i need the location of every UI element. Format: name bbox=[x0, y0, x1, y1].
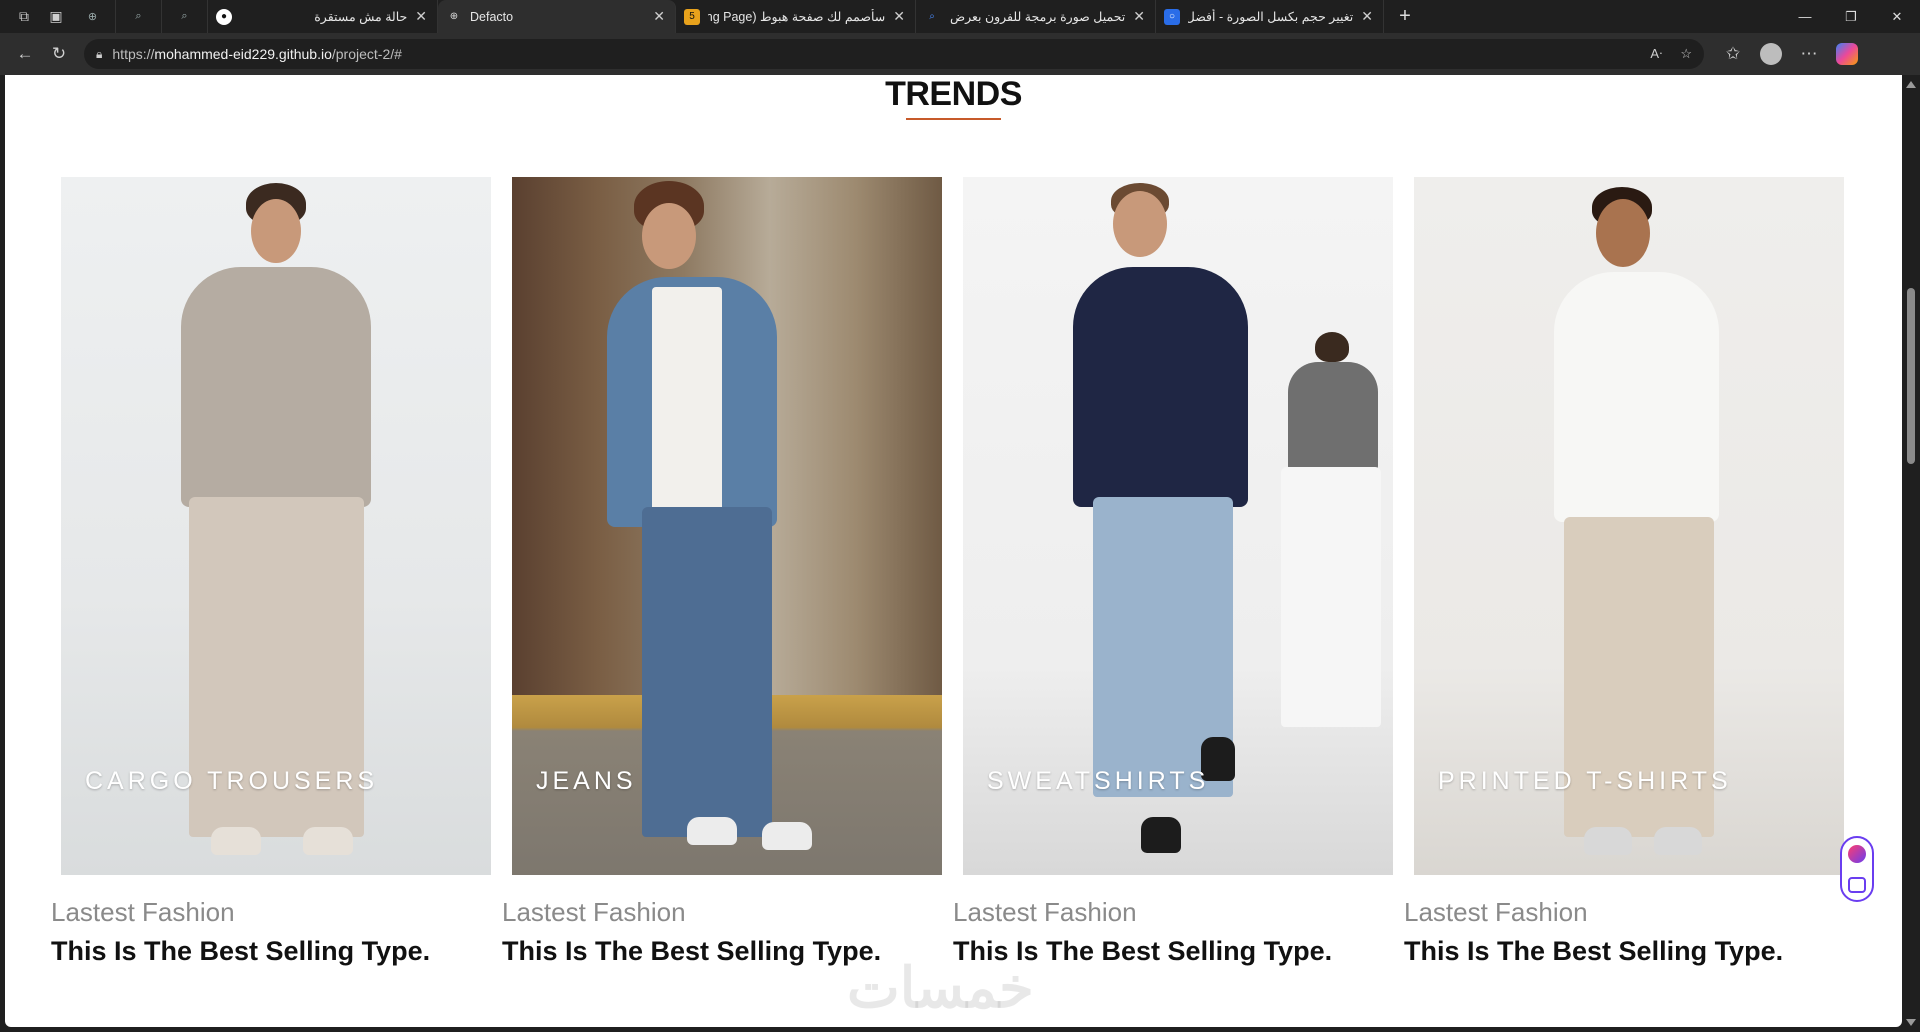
section-title-underline bbox=[906, 118, 1001, 120]
tab-4[interactable]: ○ تغيير حجم بكسل الصورة - أفضل تع ✕ bbox=[1156, 0, 1384, 33]
address-bar[interactable]: 🔒︎ https://mohammed-eid229.github.io/pro… bbox=[84, 39, 1704, 69]
product-image[interactable]: SWEATSHIRTS bbox=[963, 177, 1393, 875]
watermark-logo: خمسات bbox=[847, 956, 1034, 1019]
tab-title: تغيير حجم بكسل الصورة - أفضل تع bbox=[1188, 10, 1354, 24]
assistant-logo-icon[interactable] bbox=[1848, 845, 1866, 863]
restore-icon[interactable]: ❐ bbox=[1828, 0, 1874, 33]
window-close-icon[interactable]: ✕ bbox=[1874, 0, 1920, 33]
card-subtitle: Lastest Fashion bbox=[51, 897, 235, 927]
card-subtitle: Lastest Fashion bbox=[502, 897, 686, 927]
close-icon[interactable]: ✕ bbox=[893, 8, 905, 25]
favorites-icon[interactable]: ✩ bbox=[1716, 37, 1750, 71]
product-caption: SWEATSHIRTS bbox=[987, 767, 1210, 795]
close-icon[interactable]: ✕ bbox=[415, 8, 427, 25]
copilot-icon[interactable] bbox=[1836, 43, 1858, 65]
profile-avatar[interactable] bbox=[1760, 43, 1782, 65]
screenshot-tool-icon[interactable] bbox=[1848, 877, 1866, 893]
product-caption: CARGO TROUSERS bbox=[85, 767, 379, 795]
pinned-tab-globe[interactable]: ⊕ bbox=[70, 0, 116, 33]
globe-icon: ⊕ bbox=[87, 11, 98, 23]
tab-3[interactable]: ⌕ تحميل صورة برمجة للفرون بعرض 00 ✕ bbox=[916, 0, 1156, 33]
lock-icon: 🔒︎ bbox=[96, 46, 103, 61]
tab-title: حالة مش مستقرة bbox=[314, 10, 408, 24]
product-image[interactable]: PRINTED T-SHIRTS bbox=[1414, 177, 1844, 875]
trend-card-jeans[interactable]: JEANS Lastest Fashion This Is The Best S… bbox=[502, 177, 942, 967]
card-headline: This Is The Best Selling Type. bbox=[1404, 936, 1784, 966]
web-page: TRENDS CARGO TROUSERS Lastest Fashion Th… bbox=[5, 75, 1902, 1027]
globe-icon: ⊕ bbox=[449, 11, 459, 22]
vertical-scrollbar[interactable] bbox=[1902, 75, 1920, 1032]
page-viewport: TRENDS CARGO TROUSERS Lastest Fashion Th… bbox=[0, 75, 1920, 1032]
close-icon[interactable]: ✕ bbox=[653, 8, 665, 25]
site-favicon-icon: 5 bbox=[684, 8, 700, 25]
read-aloud-icon[interactable]: Aᐧ bbox=[1650, 46, 1662, 62]
search-icon: ⌕ bbox=[135, 10, 142, 22]
url-host: mohammed-eid229.github.io bbox=[154, 46, 332, 62]
new-tab-button[interactable]: + bbox=[1390, 2, 1420, 32]
scroll-down-arrow-icon[interactable] bbox=[1906, 1019, 1916, 1026]
product-caption: PRINTED T-SHIRTS bbox=[1438, 767, 1732, 795]
scroll-up-arrow-icon[interactable] bbox=[1906, 81, 1916, 88]
product-caption: JEANS bbox=[536, 767, 637, 795]
tab-0[interactable]: ● حالة مش مستقرة ✕ bbox=[208, 0, 438, 33]
favorite-star-icon[interactable]: ☆ bbox=[1680, 46, 1692, 62]
trend-card-sweatshirts[interactable]: SWEATSHIRTS Lastest Fashion This Is The … bbox=[953, 177, 1393, 967]
floating-assistant-widget[interactable] bbox=[1840, 836, 1874, 902]
pinned-tab-search-1[interactable]: ⌕ bbox=[116, 0, 162, 33]
trends-grid: CARGO TROUSERS Lastest Fashion This Is T… bbox=[51, 177, 1844, 967]
site-favicon-icon: ● bbox=[216, 8, 232, 25]
trend-card-printed-t-shirts[interactable]: PRINTED T-SHIRTS Lastest Fashion This Is… bbox=[1404, 177, 1844, 967]
refresh-icon[interactable]: ↻ bbox=[42, 37, 76, 71]
section-heading: TRENDS bbox=[5, 75, 1902, 120]
card-subtitle: Lastest Fashion bbox=[1404, 897, 1588, 927]
close-icon[interactable]: ✕ bbox=[1361, 8, 1373, 25]
more-menu-icon[interactable]: ⋯ bbox=[1792, 37, 1826, 71]
workspaces-icon[interactable]: ⧉ bbox=[10, 3, 38, 31]
card-headline: This Is The Best Selling Type. bbox=[51, 936, 431, 966]
search-icon: ⌕ bbox=[181, 10, 188, 22]
tab-2[interactable]: 5 سأصمم لك صفحة هبوط (Landing Page ✕ bbox=[676, 0, 916, 33]
tab-title: سأصمم لك صفحة هبوط (Landing Page bbox=[708, 10, 886, 24]
tab-1[interactable]: ⊕ Defacto ✕ bbox=[438, 0, 676, 33]
scrollbar-thumb[interactable] bbox=[1907, 288, 1915, 464]
product-image[interactable]: CARGO TROUSERS bbox=[61, 177, 491, 875]
url-path: /project-2/# bbox=[331, 46, 402, 62]
browser-toolbar: ← ↻ 🔒︎ https://mohammed-eid229.github.io… bbox=[0, 33, 1920, 75]
card-subtitle: Lastest Fashion bbox=[953, 897, 1137, 927]
pinned-tab-search-2[interactable]: ⌕ bbox=[162, 0, 208, 33]
search-icon: ⌕ bbox=[929, 11, 935, 22]
back-icon[interactable]: ← bbox=[8, 37, 42, 71]
product-image[interactable]: JEANS bbox=[512, 177, 942, 875]
tab-title: Defacto bbox=[470, 9, 514, 24]
section-title-text: TRENDS bbox=[885, 75, 1022, 113]
trend-card-cargo-trousers[interactable]: CARGO TROUSERS Lastest Fashion This Is T… bbox=[51, 177, 491, 967]
tab-title: تحميل صورة برمجة للفرون بعرض 00 bbox=[948, 10, 1126, 24]
site-favicon-icon: ○ bbox=[1164, 8, 1180, 25]
tab-actions-icon[interactable]: ▣ bbox=[42, 3, 70, 31]
url-scheme: https:// bbox=[112, 46, 155, 62]
minimize-icon[interactable]: — bbox=[1782, 0, 1828, 33]
close-icon[interactable]: ✕ bbox=[1133, 8, 1145, 25]
browser-tab-strip: ⧉ ▣ ⊕ ⌕ ⌕ ● حالة مش مستقرة ✕ ⊕ Defacto ✕… bbox=[0, 0, 1920, 33]
